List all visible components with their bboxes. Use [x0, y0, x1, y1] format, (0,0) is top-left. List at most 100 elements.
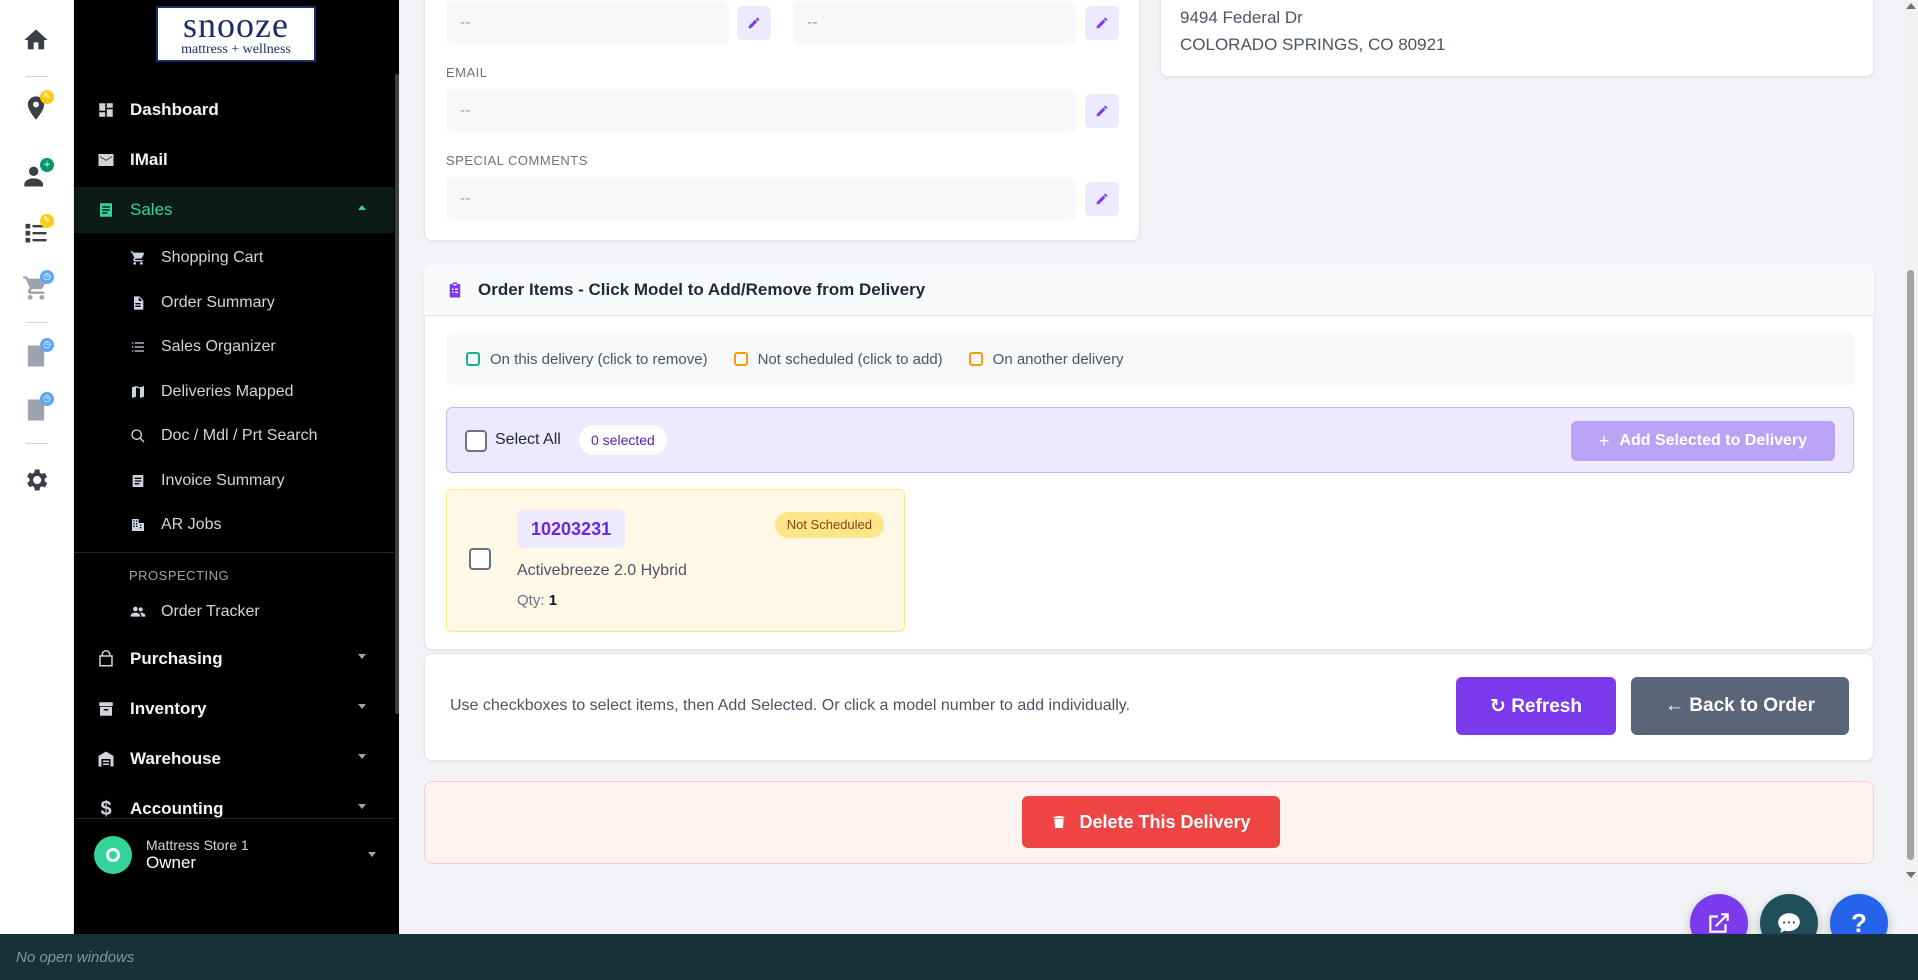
list-icon [129, 338, 147, 356]
help-text: Use checkboxes to select items, then Add… [450, 697, 1131, 714]
select-all-label[interactable]: Select All [495, 431, 561, 449]
sidebar-item-imail[interactable]: IMail [74, 137, 394, 183]
report-icon[interactable]: ◷ [18, 392, 54, 428]
select-all-checkbox[interactable] [465, 430, 487, 452]
order-items-header: Order Items - Click Model to Add/Remove … [424, 264, 1874, 316]
sidebar-item-accounting[interactable]: $ Accounting [74, 786, 394, 832]
edit-icon[interactable] [1085, 94, 1119, 128]
selection-bar: Select All 0 selected + Add Selected to … [446, 407, 1854, 473]
sidebar-divider [74, 818, 394, 819]
location-pin-icon[interactable]: ✎ [18, 90, 54, 126]
rail-badge: ◷ [40, 392, 54, 406]
sidebar-item-label: Inventory [130, 699, 207, 718]
sidebar-subitem-order-summary[interactable]: Order Summary [74, 283, 394, 323]
sidebar-subitem-shopping-cart[interactable]: Shopping Cart [74, 238, 394, 278]
chevron-down-icon [358, 754, 366, 759]
legend-swatch [466, 352, 480, 366]
brand-logo[interactable]: snooze mattress + wellness [156, 6, 316, 62]
sidebar-subitem-invoice-summary[interactable]: Invoice Summary [74, 461, 394, 501]
dashboard-icon [96, 100, 116, 120]
sidebar-item-warehouse[interactable]: Warehouse [74, 736, 394, 782]
trash-icon [1054, 816, 1065, 828]
sidebar-item-label: Dashboard [130, 100, 219, 119]
sidebar-subitem-label: Order Summary [161, 294, 275, 311]
status-legend: On this delivery (click to remove) Not s… [446, 333, 1854, 385]
rail-badge: ✎ [40, 214, 54, 228]
chat-icon [1778, 913, 1800, 933]
user-role: Owner [146, 853, 197, 872]
rail-badge: ◷ [40, 270, 54, 284]
sidebar-item-inventory[interactable]: Inventory [74, 686, 394, 732]
sidebar-subitem-ar-jobs[interactable]: AR Jobs [74, 505, 394, 545]
delete-delivery-button[interactable]: Delete This Delivery [1022, 796, 1280, 848]
invoice-icon [129, 472, 147, 490]
chevron-up-icon [358, 205, 366, 210]
sidebar-subitem-sales-organizer[interactable]: Sales Organizer [74, 327, 394, 367]
add-selected-label: Add Selected to Delivery [1619, 432, 1808, 449]
gear-icon[interactable] [18, 462, 54, 498]
checklist-icon[interactable]: ✎ [18, 214, 54, 250]
sidebar-subitem-label: AR Jobs [161, 516, 222, 533]
sidebar-item-label: Warehouse [130, 749, 222, 768]
comments-field[interactable]: -- [446, 177, 1076, 221]
cart-icon[interactable]: ◷ [18, 270, 54, 306]
comments-label: SPECIAL COMMENTS [446, 153, 588, 168]
address-line: COLORADO SPRINGS, CO 80921 [1180, 35, 1446, 54]
edit-icon[interactable] [737, 6, 771, 40]
sidebar-item-label: Accounting [130, 799, 224, 818]
report-icon[interactable]: ◷ [18, 338, 54, 374]
sidebar-subitem-label: Deliveries Mapped [161, 383, 294, 400]
refresh-button[interactable]: ↻ Refresh [1456, 677, 1616, 735]
document-icon [129, 294, 147, 312]
search-icon [129, 427, 147, 445]
sidebar-scrollbar[interactable] [395, 74, 399, 714]
legend-item: On this delivery (click to remove) [466, 351, 708, 368]
people-icon [129, 603, 147, 621]
sidebar-item-purchasing[interactable]: Purchasing [74, 636, 394, 682]
mail-icon [96, 150, 116, 170]
model-number-button[interactable]: 10203231 [517, 510, 626, 548]
edit-icon[interactable] [1085, 182, 1119, 216]
back-to-order-button[interactable]: ← Back to Order [1631, 677, 1849, 735]
taskbar: No open windows [0, 934, 1918, 980]
archive-icon [96, 699, 116, 719]
item-checkbox[interactable] [469, 548, 491, 570]
contact-field[interactable]: -- [446, 1, 729, 45]
avatar [94, 836, 132, 874]
scroll-up-icon[interactable] [1906, 3, 1916, 9]
add-selected-button[interactable]: + Add Selected to Delivery [1571, 421, 1835, 461]
home-icon[interactable] [18, 22, 54, 58]
qty-label: Qty: [517, 592, 545, 609]
chevron-down-icon [358, 704, 366, 709]
chevron-down-icon [358, 654, 366, 659]
email-field[interactable]: -- [446, 89, 1076, 133]
danger-zone: Delete This Delivery [424, 781, 1874, 864]
user-menu[interactable]: Mattress Store 1 Owner [94, 832, 384, 878]
sidebar-subitem-order-tracker[interactable]: Order Tracker [74, 592, 394, 632]
user-store: Mattress Store 1 [146, 837, 249, 853]
person-add-icon[interactable]: + [18, 158, 54, 194]
sidebar-subitem-deliveries-mapped[interactable]: Deliveries Mapped [74, 372, 394, 412]
sidebar-subitem-label: Doc / Mdl / Prt Search [161, 427, 318, 444]
dollar-icon: $ [100, 797, 112, 820]
sidebar-item-sales[interactable]: Sales [74, 187, 394, 233]
taskbar-status: No open windows [16, 948, 135, 966]
address-line: 9494 Federal Dr [1180, 8, 1303, 27]
sidebar-subitem-doc-search[interactable]: Doc / Mdl / Prt Search [74, 416, 394, 456]
main-scrollbar[interactable] [1903, 0, 1918, 890]
scrollbar-thumb[interactable] [1907, 270, 1914, 860]
sidebar-subitem-label: Order Tracker [161, 603, 260, 620]
map-icon [129, 383, 147, 401]
contact-card: -- -- EMAIL -- SPECIAL COMMENTS -- [424, 0, 1140, 241]
legend-item: On another delivery [968, 350, 1124, 368]
item-quantity: Qty: 1 [517, 592, 557, 609]
sidebar-item-label: Purchasing [130, 649, 223, 668]
sidebar: snooze mattress + wellness Dashboard IMa… [74, 0, 399, 934]
legend-label: Not scheduled (click to add) [757, 350, 943, 368]
scroll-down-icon[interactable] [1906, 872, 1916, 878]
legend-label: On another delivery [992, 350, 1124, 368]
item-description: Activebreeze 2.0 Hybrid [517, 562, 687, 579]
contact-field[interactable]: -- [793, 1, 1076, 45]
sidebar-item-dashboard[interactable]: Dashboard [74, 87, 394, 133]
edit-icon[interactable] [1085, 6, 1119, 40]
